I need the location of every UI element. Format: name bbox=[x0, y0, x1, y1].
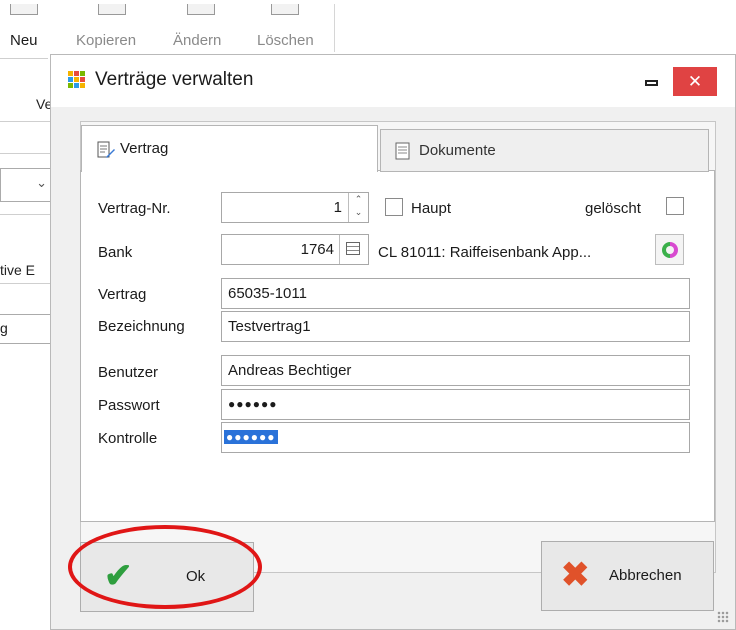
cross-icon: ✖ bbox=[561, 556, 590, 594]
bg-text-field[interactable]: g bbox=[0, 314, 56, 344]
bg-divider bbox=[0, 283, 50, 284]
spinner-icon[interactable]: ⌃ ⌄ bbox=[348, 193, 368, 222]
edit-icon bbox=[187, 4, 215, 15]
geloescht-checkbox[interactable] bbox=[666, 197, 684, 215]
refresh-icon bbox=[662, 242, 678, 258]
bg-label-tive: tive E bbox=[0, 262, 36, 278]
vertrag-field[interactable]: 65035-1011 bbox=[221, 278, 690, 309]
haupt-label: Haupt bbox=[411, 200, 452, 217]
bank-value: 1764 bbox=[300, 241, 334, 258]
new-button-label: Neu bbox=[10, 32, 38, 49]
passwort-label: Passwort bbox=[98, 397, 160, 414]
bank-field[interactable]: 1764 bbox=[221, 234, 369, 265]
benutzer-value: Andreas Bechtiger bbox=[228, 362, 352, 379]
copy-icon bbox=[98, 4, 126, 15]
tab-dokumente-label: Dokumente bbox=[419, 142, 496, 159]
resize-grip[interactable] bbox=[717, 611, 729, 623]
maximize-button[interactable] bbox=[637, 69, 667, 95]
bg-divider bbox=[0, 121, 50, 122]
haupt-checkbox[interactable] bbox=[385, 198, 403, 216]
close-button[interactable]: ✕ bbox=[673, 67, 717, 96]
bg-divider bbox=[0, 58, 48, 59]
passwort-field[interactable]: ●●●●●● bbox=[221, 389, 690, 420]
vertrag-nr-value: 1 bbox=[333, 199, 342, 216]
close-icon: ✕ bbox=[687, 72, 703, 91]
vertrag-value: 65035-1011 bbox=[228, 285, 307, 302]
tab-vertrag-label: Vertrag bbox=[120, 140, 169, 157]
annotation-circle bbox=[68, 525, 262, 609]
delete-icon bbox=[271, 4, 299, 15]
benutzer-field[interactable]: Andreas Bechtiger bbox=[221, 355, 690, 386]
vertrag-nr-stepper[interactable]: 1 ⌃ ⌄ bbox=[221, 192, 369, 223]
bezeichnung-value: Testvertrag1 bbox=[228, 318, 311, 335]
bg-field-value: g bbox=[0, 320, 8, 336]
kontrolle-label: Kontrolle bbox=[98, 430, 158, 447]
copy-button-label: Kopieren bbox=[76, 32, 137, 49]
dialog-titlebar: Verträge verwalten ✕ bbox=[51, 55, 735, 107]
calendar-lookup-icon[interactable] bbox=[339, 235, 368, 264]
bg-combo-box[interactable]: ⌄ bbox=[0, 168, 54, 202]
bezeichnung-field[interactable]: Testvertrag1 bbox=[221, 311, 690, 342]
geloescht-label: gelöscht bbox=[585, 200, 641, 217]
bank-label: Bank bbox=[98, 244, 133, 261]
new-icon bbox=[10, 4, 38, 15]
edit-document-icon bbox=[96, 140, 116, 164]
edit-button-label: Ändern bbox=[173, 32, 222, 49]
tab-page-vertrag bbox=[80, 170, 715, 522]
app-grid-icon bbox=[68, 71, 86, 89]
vertrag-nr-label: Vertrag-Nr. bbox=[98, 200, 171, 217]
benutzer-label: Benutzer bbox=[98, 364, 159, 381]
bg-divider bbox=[0, 214, 50, 215]
dialog-title: Verträge verwalten bbox=[95, 69, 254, 90]
maximize-icon bbox=[645, 80, 658, 86]
chevron-down-icon: ⌄ bbox=[36, 175, 47, 190]
bezeichnung-label: Bezeichnung bbox=[98, 318, 185, 335]
vertrag-label: Vertrag bbox=[98, 286, 147, 303]
toolbar-separator bbox=[334, 4, 335, 52]
tab-vertrag[interactable]: Vertrag bbox=[81, 125, 378, 172]
kontrolle-field[interactable]: ●●●●●● bbox=[221, 422, 690, 453]
background-toolbar: Neu Kopieren Ändern Löschen bbox=[0, 0, 345, 58]
cancel-button-label: Abbrechen bbox=[609, 567, 682, 584]
passwort-value: ●●●●●● bbox=[228, 397, 278, 411]
cancel-button[interactable]: ✖ Abbrechen bbox=[541, 541, 714, 611]
kontrolle-value: ●●●●●● bbox=[224, 430, 278, 444]
delete-button-label: Löschen bbox=[257, 32, 314, 49]
bank-name-text: CL 81011: Raiffeisenbank App... bbox=[378, 244, 592, 261]
tab-dokumente[interactable]: Dokumente bbox=[380, 129, 709, 172]
refresh-bank-button[interactable] bbox=[655, 234, 684, 265]
document-icon bbox=[395, 142, 411, 164]
bg-divider bbox=[0, 153, 50, 154]
